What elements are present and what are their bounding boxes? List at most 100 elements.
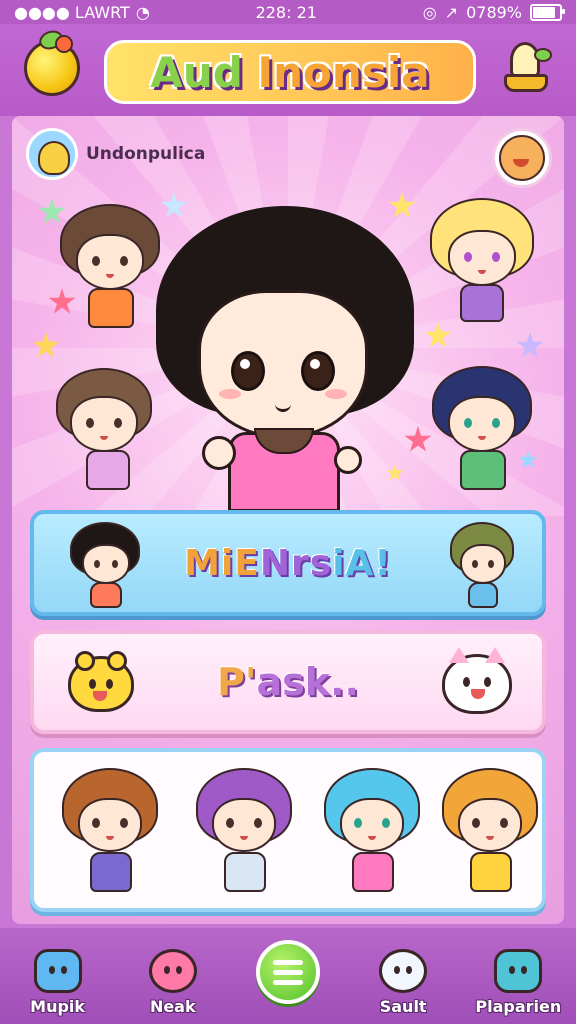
icon-eye xyxy=(163,966,170,974)
friend-avatar-face xyxy=(499,135,545,181)
clock: 228: 21 xyxy=(255,2,317,22)
roster-character[interactable] xyxy=(62,768,158,898)
hero-hand xyxy=(334,446,362,474)
mascot-eye xyxy=(463,677,470,687)
sundae-icon[interactable] xyxy=(498,40,554,96)
character-mouth xyxy=(478,436,486,440)
banner-label-b: Nrs xyxy=(259,542,333,584)
alarm-icon: ◎ xyxy=(422,2,437,22)
pink-bear-icon xyxy=(148,949,197,993)
character-body xyxy=(86,450,130,490)
character-roster xyxy=(30,748,546,912)
character-face xyxy=(340,798,404,852)
icon-eye xyxy=(521,966,528,974)
pack-label-a: P' xyxy=(217,660,257,704)
app-title-part2: Inonsia xyxy=(257,47,430,97)
banner-label-a: MiE xyxy=(184,542,260,584)
pack-label-b: ask.. xyxy=(256,660,359,704)
character-eye xyxy=(382,818,390,828)
bottom-nav: Mupik Neak Sault Plaparien xyxy=(0,928,576,1024)
character-eye xyxy=(254,818,262,828)
icon-eye xyxy=(48,966,55,974)
character-eye xyxy=(492,252,500,262)
character-face xyxy=(78,798,142,852)
menu-bar xyxy=(272,969,303,975)
chibi-character[interactable] xyxy=(56,368,156,496)
character-face xyxy=(460,544,506,584)
wifi-icon: ◔ xyxy=(135,2,150,22)
sundae-cream xyxy=(510,42,540,78)
nav-item-mupik[interactable]: Mupik xyxy=(3,949,113,1016)
blue-cat-icon xyxy=(33,949,82,993)
character-eye xyxy=(472,560,478,568)
battery-icon xyxy=(530,3,565,21)
character-face xyxy=(448,230,516,286)
character-face xyxy=(458,798,522,852)
character-mouth xyxy=(368,836,376,840)
icon-eye xyxy=(509,966,516,974)
chibi-character[interactable] xyxy=(430,198,534,328)
friend-avatar[interactable] xyxy=(492,128,552,188)
character-eye xyxy=(354,818,362,828)
icon-eye xyxy=(175,966,182,974)
hero-eye-left xyxy=(231,351,265,391)
roster-character[interactable] xyxy=(196,768,292,898)
character-eye xyxy=(114,418,122,428)
nav-item-menu[interactable] xyxy=(233,940,343,1016)
pack-button[interactable]: P' ask.. xyxy=(30,630,546,734)
profile-row[interactable]: Undonpulica xyxy=(26,128,205,180)
user-avatar[interactable] xyxy=(26,128,78,180)
character-body xyxy=(460,284,504,322)
character-mouth xyxy=(478,270,486,274)
status-bar: ●●●● LAWRT ◔ 228: 21 ◎ ↗ 0789% xyxy=(0,0,576,24)
hero-blush xyxy=(219,389,241,399)
lemon-icon[interactable] xyxy=(24,35,80,96)
character-eye xyxy=(120,818,128,828)
hero-waving-hand xyxy=(202,436,236,470)
banner-button[interactable]: MiE Nrs iA! xyxy=(30,510,546,616)
mascot-mouth xyxy=(471,689,485,699)
nav-label: Mupik xyxy=(30,997,86,1016)
character-eye xyxy=(464,418,472,428)
carrier-label: ●●●● LAWRT xyxy=(14,2,130,22)
chibi-character xyxy=(450,522,516,610)
status-right: ◎ ↗ 0789% xyxy=(422,2,565,22)
character-mouth xyxy=(240,836,248,840)
roster-character[interactable] xyxy=(324,768,420,898)
character-eye xyxy=(472,818,480,828)
location-icon: ↗ xyxy=(444,2,459,22)
character-eye xyxy=(92,818,100,828)
character-eye xyxy=(464,252,472,262)
banner-label-c: iA! xyxy=(332,542,392,584)
hero-character[interactable] xyxy=(150,206,420,512)
character-mouth xyxy=(100,436,108,440)
character-body xyxy=(88,288,134,328)
nav-item-sault[interactable]: Sault xyxy=(348,949,458,1016)
mascot-eye xyxy=(484,677,491,687)
icon-eye xyxy=(406,966,413,974)
chibi-character[interactable] xyxy=(60,204,160,334)
nav-label: Plaparien xyxy=(475,997,562,1016)
roster-character[interactable] xyxy=(442,768,538,898)
white-cat-icon xyxy=(442,647,512,714)
battery-percent: 0789% xyxy=(466,2,522,22)
main-area: Undonpulica MiE Nrs iA! P' ask.. xyxy=(12,116,564,924)
icon-eye xyxy=(60,966,67,974)
character-body xyxy=(468,582,498,608)
hero-mouth xyxy=(275,403,291,412)
character-face xyxy=(448,396,516,452)
nav-item-plaparien[interactable]: Plaparien xyxy=(463,949,573,1016)
nav-item-neak[interactable]: Neak xyxy=(118,949,228,1016)
teal-monster-icon xyxy=(494,949,543,993)
character-eye xyxy=(120,256,128,266)
chibi-character[interactable] xyxy=(432,366,532,496)
character-body xyxy=(352,852,394,892)
hero-blush xyxy=(325,389,347,399)
app-title: Aud Inonsia xyxy=(104,40,476,104)
nav-label: Sault xyxy=(379,997,427,1016)
hero-eye-right xyxy=(301,351,335,391)
sundae-cup xyxy=(504,74,548,92)
menu-icon[interactable] xyxy=(255,940,320,1004)
character-eye xyxy=(500,818,508,828)
character-body xyxy=(90,852,132,892)
